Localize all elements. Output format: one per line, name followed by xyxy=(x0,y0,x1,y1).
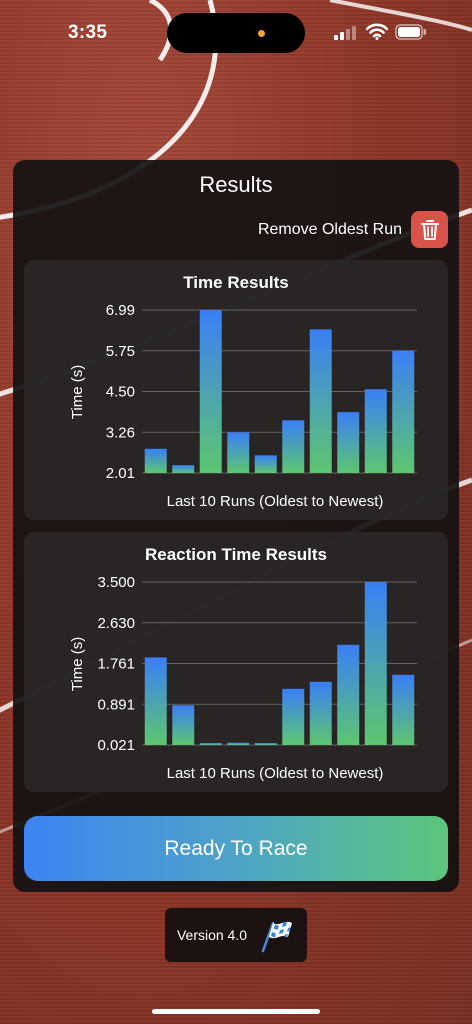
bar-run-9 xyxy=(364,389,387,473)
version-label: Version 4.0 xyxy=(176,927,248,943)
bar-run-9 xyxy=(364,582,387,745)
chart-title: Time Results xyxy=(183,273,289,292)
bar-run-7 xyxy=(309,329,332,473)
dynamic-island xyxy=(167,13,305,53)
ready-to-race-button[interactable]: Ready To Race xyxy=(24,816,448,881)
bar-run-5 xyxy=(254,743,277,745)
status-bar: 3:35 xyxy=(0,0,472,64)
home-indicator xyxy=(152,1009,320,1014)
bar-run-4 xyxy=(227,742,250,745)
y-tick-label: 0.891 xyxy=(97,696,135,713)
y-tick-label: 0.021 xyxy=(97,737,135,754)
bar-run-1 xyxy=(144,657,167,745)
bar-run-6 xyxy=(282,420,305,473)
y-tick-label: 2.630 xyxy=(97,615,135,632)
bar-run-4 xyxy=(227,432,250,473)
battery-icon xyxy=(395,24,426,40)
y-tick-label: 5.75 xyxy=(106,343,135,360)
bar-run-3 xyxy=(199,310,222,473)
bar-run-2 xyxy=(172,705,195,745)
bar-run-10 xyxy=(392,350,415,473)
version-badge: Version 4.0 xyxy=(165,908,307,962)
bar-run-1 xyxy=(144,448,167,473)
y-axis-label: Time (s) xyxy=(69,365,86,419)
reaction-time-results-card: Reaction Time Results 0.021 0.891 1.761 2.63… xyxy=(24,532,448,792)
time-results-card: Time Results 2.01 3.26 4.50 5.75 6.99 Time (s)… xyxy=(24,260,448,520)
bar-run-6 xyxy=(282,688,305,745)
remove-oldest-run-label: Remove Oldest Run xyxy=(257,220,402,238)
wifi-icon xyxy=(366,23,388,40)
bar-run-5 xyxy=(254,455,277,473)
checkered-flag-icon xyxy=(261,921,293,953)
y-tick-label: 3.500 xyxy=(97,574,135,591)
bar-run-8 xyxy=(337,412,360,473)
reaction-time-results-chart: Reaction Time Results 0.021 0.891 1.761 2.63… xyxy=(69,545,417,782)
y-tick-label: 2.01 xyxy=(106,465,135,482)
y-tick-label: 4.50 xyxy=(106,384,135,401)
x-axis-label: Last 10 Runs (Oldest to Newest) xyxy=(167,493,384,510)
bar-run-10 xyxy=(392,674,415,745)
x-axis-label: Last 10 Runs (Oldest to Newest) xyxy=(167,765,384,782)
y-tick-label: 1.761 xyxy=(97,656,135,673)
remove-oldest-run-button[interactable] xyxy=(411,211,448,248)
trash-icon xyxy=(420,219,439,240)
status-time: 3:35 xyxy=(68,22,108,43)
bar-run-2 xyxy=(172,465,195,473)
remove-oldest-run-row: Remove Oldest Run xyxy=(258,211,448,248)
bar-run-3 xyxy=(199,743,222,745)
bar-run-7 xyxy=(309,681,332,745)
chart-title: Reaction Time Results xyxy=(145,545,327,564)
y-tick-label: 6.99 xyxy=(106,302,135,319)
y-tick-label: 3.26 xyxy=(106,424,135,441)
results-title: Results xyxy=(199,172,273,197)
time-results-chart: Time Results 2.01 3.26 4.50 5.75 6.99 Time (s)… xyxy=(69,273,417,510)
y-axis-label: Time (s) xyxy=(69,637,86,691)
cellular-signal-icon xyxy=(334,26,356,40)
results-panel: Results Remove Oldest Run Time Results 2.… xyxy=(13,160,459,892)
bar-run-8 xyxy=(337,644,360,745)
